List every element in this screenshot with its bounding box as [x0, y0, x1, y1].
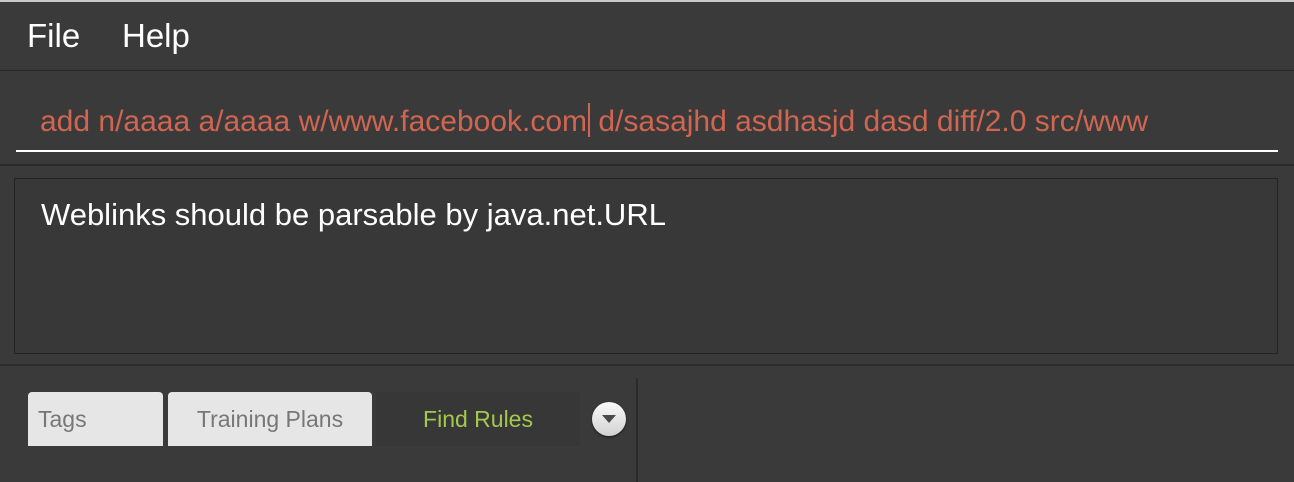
tab-list-menu-button[interactable]: [592, 402, 626, 436]
vertical-splitter[interactable]: [636, 378, 638, 482]
command-input-text: add n/aaaa a/aaaa w/www.facebook.com d/s…: [40, 102, 1148, 142]
app-window: File Help add n/aaaa a/aaaa w/www.facebo…: [0, 0, 1294, 482]
menu-file[interactable]: File: [27, 16, 80, 56]
result-message: Weblinks should be parsable by java.net.…: [41, 197, 666, 232]
result-display: Weblinks should be parsable by java.net.…: [14, 178, 1278, 354]
tab-tags[interactable]: Tags: [28, 392, 163, 446]
command-input[interactable]: add n/aaaa a/aaaa w/www.facebook.com d/s…: [16, 90, 1278, 152]
command-text-after-caret: d/sasajhd asdhasjd dasd diff/2.0 src/www: [590, 105, 1149, 138]
command-text-before-caret: add n/aaaa a/aaaa w/www.facebook.com: [40, 105, 588, 138]
chevron-down-icon: [602, 415, 616, 423]
tab-training-plans[interactable]: Training Plans: [168, 392, 372, 446]
menu-bar: File Help: [0, 2, 1294, 71]
command-box-pane: add n/aaaa a/aaaa w/www.facebook.com d/s…: [0, 72, 1294, 166]
menu-help[interactable]: Help: [122, 16, 190, 56]
tab-pane: Tags Training Plans Find Rules: [0, 366, 1294, 482]
tab-find-rules[interactable]: Find Rules: [376, 392, 580, 446]
